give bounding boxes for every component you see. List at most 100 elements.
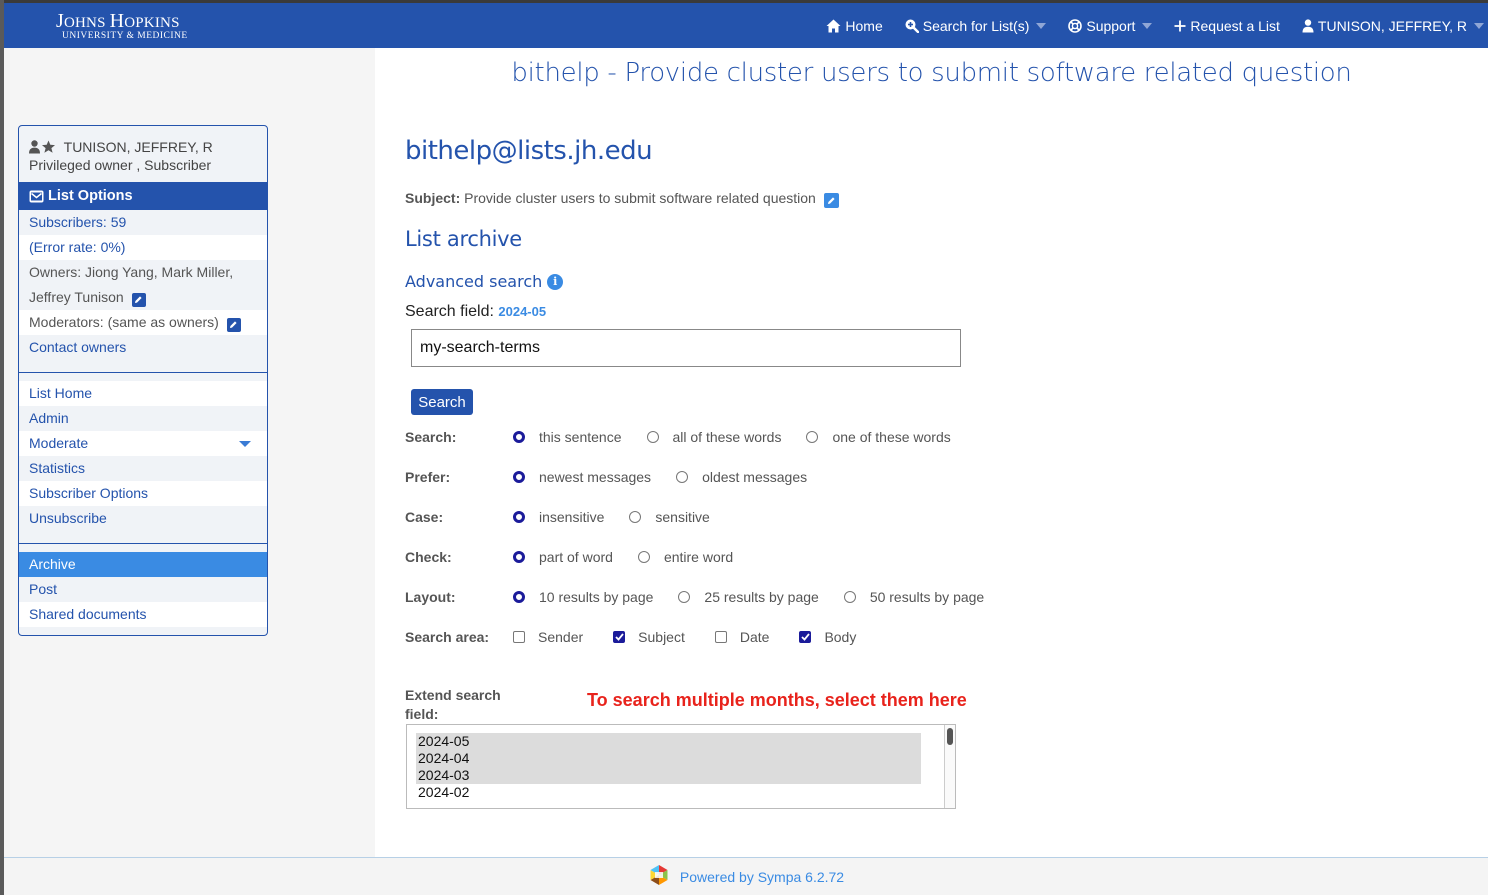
nav-support[interactable]: Support xyxy=(1068,18,1153,34)
search-area-row: Search area: Sender Subject Date Body xyxy=(405,627,881,647)
list-address: bithelp@lists.jh.edu xyxy=(405,136,653,166)
checkbox-label: Body xyxy=(824,629,857,645)
radio-unchecked[interactable] xyxy=(637,551,650,563)
radio-label: newest messages xyxy=(539,469,652,485)
checkbox-checked[interactable] xyxy=(613,631,626,643)
logo-text: OHNS xyxy=(63,15,110,31)
radio-10-results[interactable]: 10 results by page xyxy=(513,589,653,605)
radio-unchecked[interactable] xyxy=(806,431,819,443)
nav-request-list[interactable]: Request a List xyxy=(1174,18,1280,34)
nav-search-lists[interactable]: Search for List(s) xyxy=(905,18,1047,34)
scrollbar[interactable] xyxy=(944,725,955,808)
user-info: TUNISON, JEFFREY, R Privileged owner , S… xyxy=(19,126,267,182)
window-left-edge xyxy=(0,0,4,895)
nav-home[interactable]: Home xyxy=(826,18,883,34)
month-option[interactable]: 2024-04 xyxy=(416,750,921,767)
user-icon xyxy=(1302,18,1314,33)
case-label: Case: xyxy=(405,509,444,525)
checkbox-date[interactable]: Date xyxy=(714,629,770,645)
radio-checked[interactable] xyxy=(513,591,525,603)
radio-insensitive[interactable]: insensitive xyxy=(513,509,604,525)
sidebar-item-list-home[interactable]: List Home xyxy=(19,381,267,406)
scrollbar-thumb[interactable] xyxy=(947,728,953,745)
info-icon[interactable]: i xyxy=(547,273,564,290)
radio-checked[interactable] xyxy=(513,551,525,563)
search-area-label: Search area: xyxy=(405,629,490,645)
radio-unchecked[interactable] xyxy=(646,431,659,443)
radio-sensitive[interactable]: sensitive xyxy=(629,509,710,525)
radio-label: entire word xyxy=(663,549,734,565)
radio-this-sentence[interactable]: this sentence xyxy=(513,429,622,445)
radio-unchecked[interactable] xyxy=(676,471,689,483)
jhu-logo[interactable]: JOHNS HOPKINS UNIVERSITY & MEDICINE xyxy=(56,11,188,42)
sidebar-item-archive[interactable]: Archive xyxy=(19,552,267,577)
logo-text: OPKINS xyxy=(124,15,180,31)
list-subject: Subject: Provide cluster users to submit… xyxy=(405,190,839,208)
sidebar-item-moderate[interactable]: Moderate xyxy=(19,431,267,456)
contact-owners-link[interactable]: Contact owners xyxy=(19,335,267,360)
radio-oldest[interactable]: oldest messages xyxy=(676,469,807,485)
sidebar-item-statistics[interactable]: Statistics xyxy=(19,456,267,481)
edit-owners-icon[interactable] xyxy=(131,292,146,307)
radio-checked[interactable] xyxy=(513,431,525,443)
caret-down-icon[interactable] xyxy=(239,441,251,447)
check-row: Check: part of word entire word xyxy=(405,547,758,567)
radio-unchecked[interactable] xyxy=(843,591,856,603)
home-icon xyxy=(826,19,841,33)
radio-entire-word[interactable]: entire word xyxy=(637,549,734,565)
radio-label: all of these words xyxy=(672,429,782,445)
radio-25-results[interactable]: 25 results by page xyxy=(678,589,819,605)
footer: Powered by Sympa 6.2.72 xyxy=(4,857,1488,895)
nav-user-menu[interactable]: TUNISON, JEFFREY, R xyxy=(1302,18,1484,34)
checkbox-checked[interactable] xyxy=(799,631,812,643)
radio-unchecked[interactable] xyxy=(678,591,691,603)
checkbox-sender[interactable]: Sender xyxy=(513,629,583,645)
sidebar-item-shared-documents[interactable]: Shared documents xyxy=(19,602,267,627)
subscribers-link[interactable]: Subscribers: 59 xyxy=(19,210,267,235)
search-button[interactable]: Search xyxy=(411,389,473,415)
edit-subject-icon[interactable] xyxy=(823,193,839,208)
radio-label: part of word xyxy=(539,549,613,565)
sidebar-item-subscriber-options[interactable]: Subscriber Options xyxy=(19,481,267,506)
edit-moderators-icon[interactable] xyxy=(226,317,241,332)
radio-checked[interactable] xyxy=(513,471,525,483)
checkbox-label: Sender xyxy=(538,629,584,645)
powered-by-link[interactable]: Powered by Sympa 6.2.72 xyxy=(680,869,844,885)
radio-checked[interactable] xyxy=(513,511,525,523)
nav-search-lists-label: Search for List(s) xyxy=(922,17,1030,34)
month-option[interactable]: 2024-02 xyxy=(416,784,921,801)
radio-all-words[interactable]: all of these words xyxy=(646,429,782,445)
chevron-down-icon xyxy=(1142,22,1153,29)
radio-label: this sentence xyxy=(539,429,622,445)
radio-label: oldest messages xyxy=(702,469,808,485)
plus-icon xyxy=(1174,20,1186,32)
error-rate-link[interactable]: (Error rate: 0%) xyxy=(19,235,267,260)
month-option[interactable]: 2024-03 xyxy=(416,767,921,784)
user-name: TUNISON, JEFFREY, R xyxy=(63,139,213,155)
sidebar-item-post[interactable]: Post xyxy=(19,577,267,602)
moderators-line: Moderators: (same as owners) xyxy=(19,310,267,335)
life-ring-icon xyxy=(1068,18,1083,33)
prefer-row: Prefer: newest messages oldest messages xyxy=(405,467,832,487)
sidebar-item-unsubscribe[interactable]: Unsubscribe xyxy=(19,506,267,531)
month-option[interactable]: 2024-05 xyxy=(416,733,921,750)
checkbox-subject[interactable]: Subject xyxy=(613,629,685,645)
search-field-value: 2024-05 xyxy=(498,304,547,319)
checkbox-body[interactable]: Body xyxy=(799,629,856,645)
checkbox-label: Date xyxy=(739,629,770,645)
radio-unchecked[interactable] xyxy=(629,511,642,523)
radio-part-of-word[interactable]: part of word xyxy=(513,549,613,565)
logo-subtitle: UNIVERSITY & MEDICINE xyxy=(62,31,188,41)
search-field-label: Search field: 2024-05 xyxy=(405,303,546,321)
radio-label: 50 results by page xyxy=(869,589,985,605)
sidebar-item-admin[interactable]: Admin xyxy=(19,406,267,431)
radio-50-results[interactable]: 50 results by page xyxy=(843,589,985,605)
month-multiselect[interactable]: 2024-05 2024-04 2024-03 2024-02 xyxy=(406,724,956,809)
search-input[interactable] xyxy=(411,329,961,367)
prefer-label: Prefer: xyxy=(405,469,451,485)
radio-one-word[interactable]: one of these words xyxy=(806,429,951,445)
radio-newest[interactable]: newest messages xyxy=(513,469,651,485)
radio-label: 10 results by page xyxy=(539,589,654,605)
checkbox-unchecked[interactable] xyxy=(513,631,525,643)
checkbox-unchecked[interactable] xyxy=(714,631,727,643)
